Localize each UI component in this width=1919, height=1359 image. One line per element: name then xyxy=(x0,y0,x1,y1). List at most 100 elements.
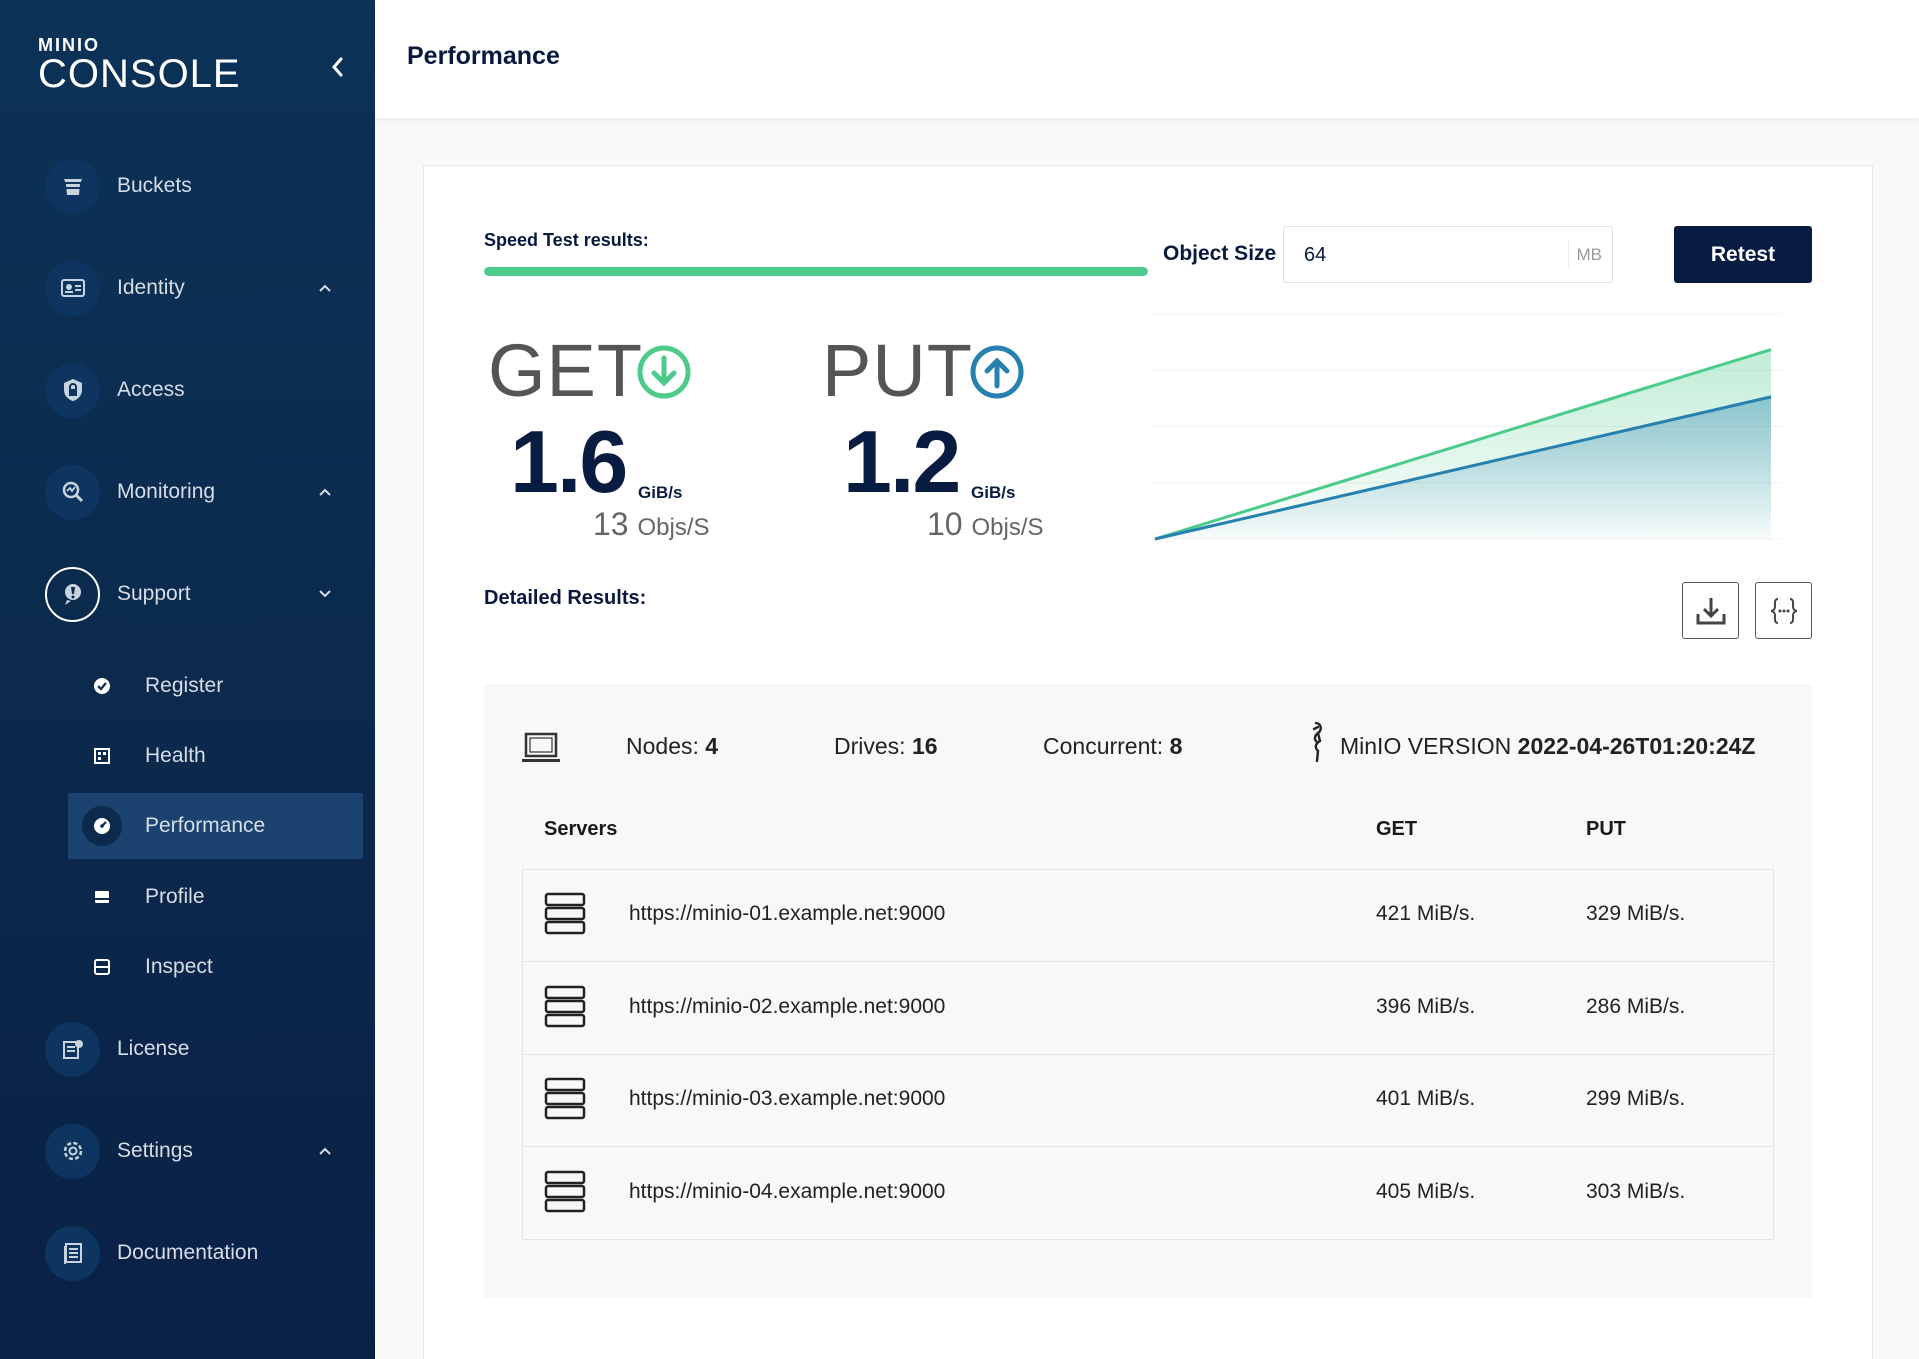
sidebar-item-health[interactable]: Health xyxy=(68,723,363,789)
logo-big-text: CONSOLE xyxy=(38,52,241,96)
chevron-up-icon xyxy=(315,482,335,502)
sidebar-item-label: Health xyxy=(145,744,206,767)
server-url: https://minio-02.example.net:9000 xyxy=(629,995,946,1018)
minio-console-logo[interactable]: MINIO CONSOLE xyxy=(38,36,241,94)
column-header-servers: Servers xyxy=(544,818,618,840)
speedtest-progress-bar xyxy=(484,267,1148,276)
document-icon xyxy=(45,1225,100,1281)
sidebar-item-settings[interactable]: Settings xyxy=(45,1123,365,1179)
concurrent-count: Concurrent: 8 xyxy=(1043,733,1182,760)
sidebar-item-label: Buckets xyxy=(117,174,192,197)
laptop-icon xyxy=(522,732,560,762)
put-objs-unit: Objs/S xyxy=(971,514,1044,541)
profile-icon xyxy=(82,877,122,917)
sidebar: MINIO CONSOLE Buckets Identity Access Mo… xyxy=(0,0,375,1359)
column-header-put: PUT xyxy=(1586,818,1626,840)
server-get: 405 MiB/s. xyxy=(1376,1180,1476,1203)
put-objs-value: 10 xyxy=(927,506,963,542)
server-put: 303 MiB/s. xyxy=(1586,1180,1686,1203)
sidebar-item-label: Settings xyxy=(117,1139,193,1162)
download-arrow-icon xyxy=(637,345,691,399)
drives-count: Drives: 16 xyxy=(834,733,938,760)
download-results-button[interactable] xyxy=(1682,582,1739,639)
put-throughput-unit: GiB/s xyxy=(971,483,1016,502)
server-put: 299 MiB/s. xyxy=(1586,1087,1686,1110)
speedtest-results-label: Speed Test results: xyxy=(484,230,649,250)
get-objects-rate: 13 Objs/S xyxy=(593,506,710,543)
detailed-results-label: Detailed Results: xyxy=(484,587,647,609)
sidebar-item-buckets[interactable]: Buckets xyxy=(45,158,365,214)
sidebar-item-documentation[interactable]: Documentation xyxy=(45,1225,365,1281)
sidebar-item-label: Profile xyxy=(145,885,205,908)
object-size-input[interactable] xyxy=(1304,241,1544,269)
health-icon xyxy=(82,736,122,776)
sidebar-item-label: Support xyxy=(117,582,191,605)
concurrent-value: 8 xyxy=(1169,733,1183,759)
table-row: https://minio-03.example.net:9000 401 Mi… xyxy=(523,1055,1773,1147)
get-label: GET xyxy=(488,329,644,412)
sidebar-item-label: Access xyxy=(117,378,185,401)
nodes-value: 4 xyxy=(705,733,719,759)
sidebar-item-label: Monitoring xyxy=(117,480,216,503)
sidebar-item-label: Register xyxy=(145,674,224,697)
sidebar-item-label: Performance xyxy=(145,814,266,837)
sidebar-item-license[interactable]: License xyxy=(45,1021,365,1077)
page-title: Performance xyxy=(407,42,560,70)
server-icon xyxy=(544,1077,586,1120)
retest-button[interactable]: Retest xyxy=(1674,226,1812,283)
drives-label: Drives: xyxy=(834,733,906,759)
get-objs-unit: Objs/S xyxy=(637,514,710,541)
speedometer-icon xyxy=(82,806,122,846)
check-badge-icon xyxy=(82,666,122,706)
table-row: https://minio-04.example.net:9000 405 Mi… xyxy=(523,1148,1773,1240)
sidebar-item-support[interactable]: Support xyxy=(45,566,365,622)
put-label: PUT xyxy=(822,329,973,412)
put-objects-rate: 10 Objs/S xyxy=(927,506,1044,543)
upload-arrow-icon xyxy=(970,345,1024,399)
server-url: https://minio-03.example.net:9000 xyxy=(629,1087,946,1110)
table-row: https://minio-02.example.net:9000 396 Mi… xyxy=(523,963,1773,1055)
server-url: https://minio-01.example.net:9000 xyxy=(629,902,946,925)
sidebar-item-performance[interactable]: Performance xyxy=(68,793,363,859)
speedtest-progress-fill xyxy=(484,267,1148,276)
chevron-up-icon xyxy=(315,278,335,298)
sidebar-item-identity[interactable]: Identity xyxy=(45,260,365,316)
license-icon xyxy=(45,1021,100,1077)
sidebar-item-inspect[interactable]: Inspect xyxy=(68,934,363,1000)
sidebar-item-label: License xyxy=(117,1037,190,1060)
gear-icon xyxy=(45,1123,100,1179)
collapse-sidebar-button[interactable] xyxy=(320,50,354,84)
concurrent-label: Concurrent: xyxy=(1043,733,1164,759)
support-icon xyxy=(45,566,100,622)
put-throughput-value: 1.2 xyxy=(843,412,961,511)
sidebar-item-label: Identity xyxy=(117,276,185,299)
server-icon xyxy=(544,1170,586,1213)
sidebar-item-register[interactable]: Register xyxy=(68,653,363,719)
version-label: MinIO VERSION xyxy=(1340,733,1512,759)
chevron-left-icon xyxy=(332,57,343,77)
sidebar-item-access[interactable]: Access xyxy=(45,362,365,418)
download-icon xyxy=(1696,597,1725,624)
sidebar-item-label: Inspect xyxy=(145,955,213,978)
get-throughput-value: 1.6 xyxy=(510,412,628,511)
server-icon xyxy=(544,892,586,935)
object-size-unit: MB xyxy=(1567,241,1602,269)
cluster-info-row: Nodes: 4 Drives: 16 Concurrent: 8 MinIO … xyxy=(484,684,1812,804)
bucket-icon xyxy=(45,158,100,214)
page-header: Performance xyxy=(375,0,1919,118)
server-url: https://minio-04.example.net:9000 xyxy=(629,1180,946,1203)
drives-value: 16 xyxy=(911,733,938,759)
lock-icon xyxy=(45,362,100,418)
json-braces-icon xyxy=(1770,597,1797,624)
server-icon xyxy=(544,985,586,1028)
nodes-count: Nodes: 4 xyxy=(626,733,718,760)
get-throughput-unit: GiB/s xyxy=(638,483,683,502)
object-size-field: MB xyxy=(1283,226,1613,283)
chevron-up-icon xyxy=(315,1141,335,1161)
sidebar-item-profile[interactable]: Profile xyxy=(68,864,363,930)
sidebar-item-monitoring[interactable]: Monitoring xyxy=(45,464,365,520)
column-header-get: GET xyxy=(1376,818,1418,840)
server-get: 401 MiB/s. xyxy=(1376,1087,1476,1110)
view-json-button[interactable] xyxy=(1755,582,1812,639)
throughput-chart xyxy=(1153,313,1781,541)
